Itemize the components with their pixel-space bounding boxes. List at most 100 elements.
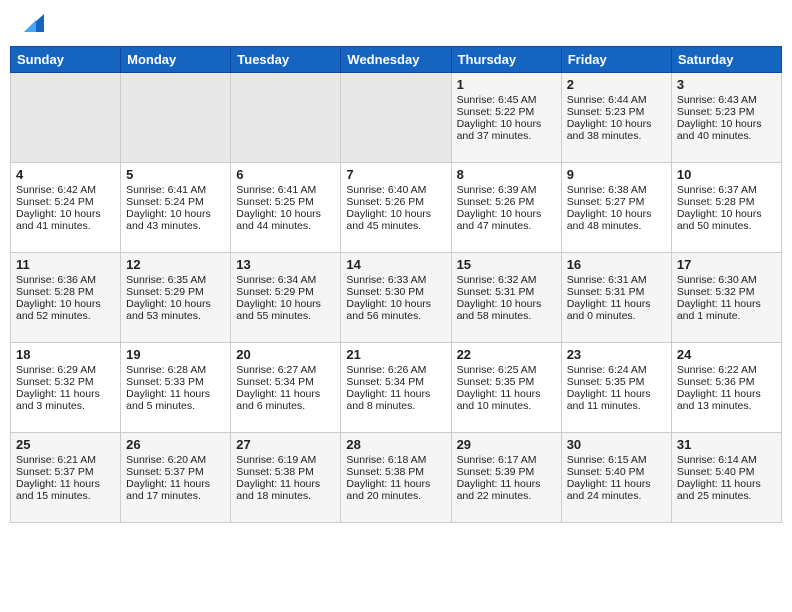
sunset-text: Sunset: 5:24 PM (16, 196, 115, 208)
daylight-minutes-text: and 1 minute. (677, 310, 776, 322)
calendar-cell: 11Sunrise: 6:36 AMSunset: 5:28 PMDayligh… (11, 253, 121, 343)
daylight-text: Daylight: 10 hours (457, 298, 556, 310)
calendar-cell: 24Sunrise: 6:22 AMSunset: 5:36 PMDayligh… (671, 343, 781, 433)
sunrise-text: Sunrise: 6:17 AM (457, 454, 556, 466)
calendar-cell: 13Sunrise: 6:34 AMSunset: 5:29 PMDayligh… (231, 253, 341, 343)
daylight-text: Daylight: 10 hours (236, 208, 335, 220)
sunrise-text: Sunrise: 6:28 AM (126, 364, 225, 376)
daylight-text: Daylight: 11 hours (677, 388, 776, 400)
sunset-text: Sunset: 5:31 PM (457, 286, 556, 298)
day-number: 30 (567, 437, 666, 452)
calendar-cell: 15 Sunrise: 6:32 AMSunset: 5:31 PMDayligh… (451, 253, 561, 343)
daylight-minutes-text: and 43 minutes. (126, 220, 225, 232)
calendar-cell: 20Sunrise: 6:27 AMSunset: 5:34 PMDayligh… (231, 343, 341, 433)
sunset-text: Sunset: 5:38 PM (346, 466, 445, 478)
calendar-cell (341, 73, 451, 163)
logo-icon (16, 10, 48, 38)
calendar-cell: 19Sunrise: 6:28 AMSunset: 5:33 PMDayligh… (121, 343, 231, 433)
daylight-minutes-text: and 18 minutes. (236, 490, 335, 502)
logo (14, 10, 48, 40)
day-number: 13 (236, 257, 335, 272)
sunrise-text: Sunrise: 6:32 AM (457, 274, 556, 286)
day-number: 24 (677, 347, 776, 362)
sunset-text: Sunset: 5:28 PM (16, 286, 115, 298)
sunset-text: Sunset: 5:37 PM (126, 466, 225, 478)
calendar-cell: 16Sunrise: 6:31 AMSunset: 5:31 PMDayligh… (561, 253, 671, 343)
daylight-text: Daylight: 10 hours (16, 298, 115, 310)
daylight-minutes-text: and 10 minutes. (457, 400, 556, 412)
daylight-minutes-text: and 40 minutes. (677, 130, 776, 142)
day-number: 6 (236, 167, 335, 182)
sunrise-text: Sunrise: 6:21 AM (16, 454, 115, 466)
calendar-cell (231, 73, 341, 163)
daylight-text: Daylight: 11 hours (126, 478, 225, 490)
sunset-text: Sunset: 5:34 PM (236, 376, 335, 388)
daylight-minutes-text: and 22 minutes. (457, 490, 556, 502)
daylight-text: Daylight: 10 hours (567, 208, 666, 220)
calendar-cell: 18 Sunrise: 6:29 AMSunset: 5:32 PMDayligh… (11, 343, 121, 433)
sunrise-text: Sunrise: 6:24 AM (567, 364, 666, 376)
sunrise-text: Sunrise: 6:41 AM (236, 184, 335, 196)
day-number: 31 (677, 437, 776, 452)
daylight-minutes-text: and 37 minutes. (457, 130, 556, 142)
daylight-minutes-text: and 52 minutes. (16, 310, 115, 322)
calendar-week-row: 1Sunrise: 6:45 AMSunset: 5:22 PMDaylight… (11, 73, 782, 163)
daylight-minutes-text: and 45 minutes. (346, 220, 445, 232)
daylight-text: Daylight: 11 hours (346, 388, 445, 400)
calendar-cell: 27Sunrise: 6:19 AMSunset: 5:38 PMDayligh… (231, 433, 341, 523)
daylight-minutes-text: and 5 minutes. (126, 400, 225, 412)
daylight-text: Daylight: 10 hours (236, 298, 335, 310)
daylight-text: Daylight: 10 hours (457, 208, 556, 220)
sunrise-text: Sunrise: 6:26 AM (346, 364, 445, 376)
daylight-minutes-text: and 17 minutes. (126, 490, 225, 502)
day-number: 18 (16, 347, 115, 362)
sunset-text: Sunset: 5:36 PM (677, 376, 776, 388)
sunrise-text: Sunrise: 6:40 AM (346, 184, 445, 196)
daylight-text: Daylight: 10 hours (346, 208, 445, 220)
daylight-minutes-text: and 13 minutes. (677, 400, 776, 412)
daylight-text: Daylight: 11 hours (677, 478, 776, 490)
sunrise-text: Sunrise: 6:14 AM (677, 454, 776, 466)
sunset-text: Sunset: 5:35 PM (567, 376, 666, 388)
sunrise-text: Sunrise: 6:29 AM (16, 364, 115, 376)
daylight-text: Daylight: 11 hours (16, 388, 115, 400)
calendar-cell: 17Sunrise: 6:30 AMSunset: 5:32 PMDayligh… (671, 253, 781, 343)
sunrise-text: Sunrise: 6:41 AM (126, 184, 225, 196)
sunset-text: Sunset: 5:34 PM (346, 376, 445, 388)
calendar-cell: 4Sunrise: 6:42 AMSunset: 5:24 PMDaylight… (11, 163, 121, 253)
sunrise-text: Sunrise: 6:42 AM (16, 184, 115, 196)
day-number: 3 (677, 77, 776, 92)
day-number: 15 (457, 257, 556, 272)
day-number: 11 (16, 257, 115, 272)
sunset-text: Sunset: 5:29 PM (126, 286, 225, 298)
calendar-cell: 3Sunrise: 6:43 AMSunset: 5:23 PMDaylight… (671, 73, 781, 163)
sunrise-text: Sunrise: 6:25 AM (457, 364, 556, 376)
day-number: 19 (126, 347, 225, 362)
sunset-text: Sunset: 5:32 PM (677, 286, 776, 298)
header-cell-wednesday: Wednesday (341, 47, 451, 73)
daylight-text: Daylight: 11 hours (457, 478, 556, 490)
daylight-text: Daylight: 11 hours (567, 298, 666, 310)
day-number: 22 (457, 347, 556, 362)
daylight-minutes-text: and 25 minutes. (677, 490, 776, 502)
sunset-text: Sunset: 5:32 PM (16, 376, 115, 388)
daylight-text: Daylight: 11 hours (16, 478, 115, 490)
sunset-text: Sunset: 5:23 PM (677, 106, 776, 118)
daylight-text: Daylight: 10 hours (677, 208, 776, 220)
day-number: 4 (16, 167, 115, 182)
daylight-text: Daylight: 11 hours (567, 388, 666, 400)
calendar-cell: 26 Sunrise: 6:20 AMSunset: 5:37 PMDayligh… (121, 433, 231, 523)
sunrise-text: Sunrise: 6:20 AM (126, 454, 225, 466)
daylight-text: Daylight: 11 hours (126, 388, 225, 400)
header-cell-sunday: Sunday (11, 47, 121, 73)
daylight-text: Daylight: 11 hours (567, 478, 666, 490)
daylight-text: Daylight: 11 hours (677, 298, 776, 310)
day-number: 21 (346, 347, 445, 362)
day-number: 26 (126, 437, 225, 452)
calendar-cell: 6Sunrise: 6:41 AMSunset: 5:25 PMDaylight… (231, 163, 341, 253)
daylight-text: Daylight: 11 hours (457, 388, 556, 400)
daylight-text: Daylight: 11 hours (346, 478, 445, 490)
sunrise-text: Sunrise: 6:43 AM (677, 94, 776, 106)
calendar-cell: 22Sunrise: 6:25 AMSunset: 5:35 PMDayligh… (451, 343, 561, 433)
calendar-week-row: 11Sunrise: 6:36 AMSunset: 5:28 PMDayligh… (11, 253, 782, 343)
